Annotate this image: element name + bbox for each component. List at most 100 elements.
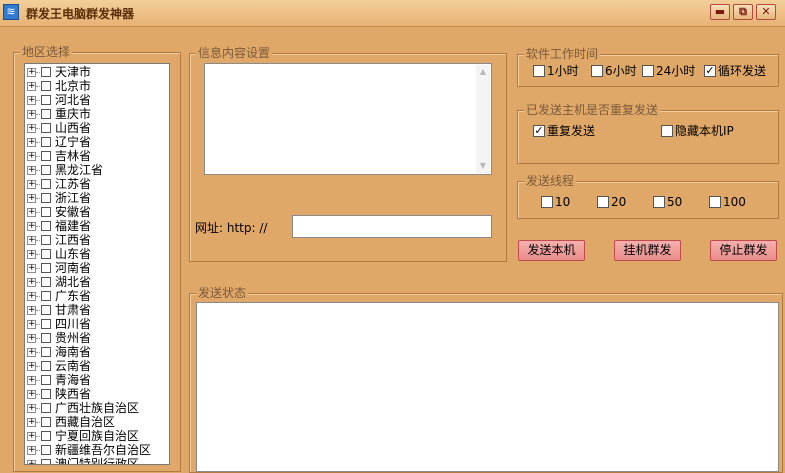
region-checkbox[interactable]: [41, 319, 51, 329]
thread-50-checkbox[interactable]: [653, 196, 665, 208]
region-item[interactable]: + 广西壮族自治区: [25, 401, 169, 415]
expand-icon[interactable]: +: [27, 404, 36, 413]
region-item[interactable]: + 北京市: [25, 79, 169, 93]
minimize-button[interactable]: ▬: [710, 4, 730, 20]
region-checkbox[interactable]: [41, 207, 51, 217]
region-checkbox[interactable]: [41, 263, 51, 273]
option-1-hour-checkbox[interactable]: [533, 65, 545, 77]
expand-icon[interactable]: +: [27, 292, 36, 301]
region-item[interactable]: + 云南省: [25, 359, 169, 373]
option-loop-send-checkbox[interactable]: ✓: [704, 65, 716, 77]
region-checkbox[interactable]: [41, 291, 51, 301]
expand-icon[interactable]: +: [27, 250, 36, 259]
expand-icon[interactable]: +: [27, 362, 36, 371]
expand-icon[interactable]: +: [27, 320, 36, 329]
region-item[interactable]: + 吉林省: [25, 149, 169, 163]
send-local-button[interactable]: 发送本机: [518, 240, 585, 261]
expand-icon[interactable]: +: [27, 208, 36, 217]
hide-ip-checkbox[interactable]: [661, 125, 673, 137]
scroll-up-icon[interactable]: ▲: [476, 65, 490, 79]
region-item[interactable]: + 陕西省: [25, 387, 169, 401]
expand-icon[interactable]: +: [27, 194, 36, 203]
region-item[interactable]: + 安徽省: [25, 205, 169, 219]
close-button[interactable]: ✕: [756, 4, 776, 20]
option-6-hour-checkbox[interactable]: [591, 65, 603, 77]
region-checkbox[interactable]: [41, 179, 51, 189]
region-item[interactable]: + 宁夏回族自治区: [25, 429, 169, 443]
region-checkbox[interactable]: [41, 193, 51, 203]
repeat-send-checkbox[interactable]: ✓: [533, 125, 545, 137]
region-item[interactable]: + 甘肃省: [25, 303, 169, 317]
url-input[interactable]: [292, 215, 492, 238]
expand-icon[interactable]: +: [27, 418, 36, 427]
expand-icon[interactable]: +: [27, 432, 36, 441]
expand-icon[interactable]: +: [27, 82, 36, 91]
region-item[interactable]: + 西藏自治区: [25, 415, 169, 429]
region-item[interactable]: + 山西省: [25, 121, 169, 135]
auto-send-button[interactable]: 挂机群发: [614, 240, 681, 261]
region-item[interactable]: + 重庆市: [25, 107, 169, 121]
region-checkbox[interactable]: [41, 389, 51, 399]
region-checkbox[interactable]: [41, 445, 51, 455]
expand-icon[interactable]: +: [27, 390, 36, 399]
region-checkbox[interactable]: [41, 459, 51, 464]
thread-100-checkbox[interactable]: [709, 196, 721, 208]
expand-icon[interactable]: +: [27, 96, 36, 105]
expand-icon[interactable]: +: [27, 376, 36, 385]
expand-icon[interactable]: +: [27, 110, 36, 119]
region-item[interactable]: + 河南省: [25, 261, 169, 275]
expand-icon[interactable]: +: [27, 306, 36, 315]
message-textarea[interactable]: ▲ ▼: [204, 63, 492, 175]
message-scrollbar[interactable]: ▲ ▼: [476, 65, 490, 173]
region-checkbox[interactable]: [41, 95, 51, 105]
expand-icon[interactable]: +: [27, 446, 36, 455]
region-item[interactable]: + 新疆维吾尔自治区: [25, 443, 169, 457]
status-log[interactable]: [196, 302, 779, 472]
expand-icon[interactable]: +: [27, 180, 36, 189]
region-item[interactable]: + 江西省: [25, 233, 169, 247]
thread-20-checkbox[interactable]: [597, 196, 609, 208]
expand-icon[interactable]: +: [27, 236, 36, 245]
expand-icon[interactable]: +: [27, 460, 36, 464]
region-item[interactable]: + 福建省: [25, 219, 169, 233]
region-item[interactable]: + 海南省: [25, 345, 169, 359]
expand-icon[interactable]: +: [27, 68, 36, 77]
expand-icon[interactable]: +: [27, 334, 36, 343]
region-item[interactable]: + 四川省: [25, 317, 169, 331]
thread-10-checkbox[interactable]: [541, 196, 553, 208]
region-checkbox[interactable]: [41, 417, 51, 427]
region-checkbox[interactable]: [41, 431, 51, 441]
region-item[interactable]: + 江苏省: [25, 177, 169, 191]
region-checkbox[interactable]: [41, 305, 51, 315]
region-checkbox[interactable]: [41, 137, 51, 147]
expand-icon[interactable]: +: [27, 124, 36, 133]
region-checkbox[interactable]: [41, 375, 51, 385]
region-checkbox[interactable]: [41, 249, 51, 259]
region-item[interactable]: + 湖北省: [25, 275, 169, 289]
expand-icon[interactable]: +: [27, 152, 36, 161]
region-item[interactable]: + 黑龙江省: [25, 163, 169, 177]
region-item[interactable]: + 澳门特别行政区: [25, 457, 169, 464]
region-item[interactable]: + 山东省: [25, 247, 169, 261]
region-checkbox[interactable]: [41, 277, 51, 287]
expand-icon[interactable]: +: [27, 138, 36, 147]
region-checkbox[interactable]: [41, 123, 51, 133]
region-checkbox[interactable]: [41, 235, 51, 245]
scroll-down-icon[interactable]: ▼: [476, 159, 490, 173]
region-checkbox[interactable]: [41, 165, 51, 175]
restore-button[interactable]: ⧉: [733, 4, 753, 20]
region-item[interactable]: + 青海省: [25, 373, 169, 387]
region-checkbox[interactable]: [41, 333, 51, 343]
stop-send-button[interactable]: 停止群发: [710, 240, 777, 261]
region-checkbox[interactable]: [41, 221, 51, 231]
expand-icon[interactable]: +: [27, 348, 36, 357]
region-checkbox[interactable]: [41, 361, 51, 371]
region-checkbox[interactable]: [41, 67, 51, 77]
region-item[interactable]: + 浙江省: [25, 191, 169, 205]
region-checkbox[interactable]: [41, 151, 51, 161]
region-checkbox[interactable]: [41, 347, 51, 357]
expand-icon[interactable]: +: [27, 278, 36, 287]
expand-icon[interactable]: +: [27, 166, 36, 175]
region-item[interactable]: + 广东省: [25, 289, 169, 303]
expand-icon[interactable]: +: [27, 222, 36, 231]
